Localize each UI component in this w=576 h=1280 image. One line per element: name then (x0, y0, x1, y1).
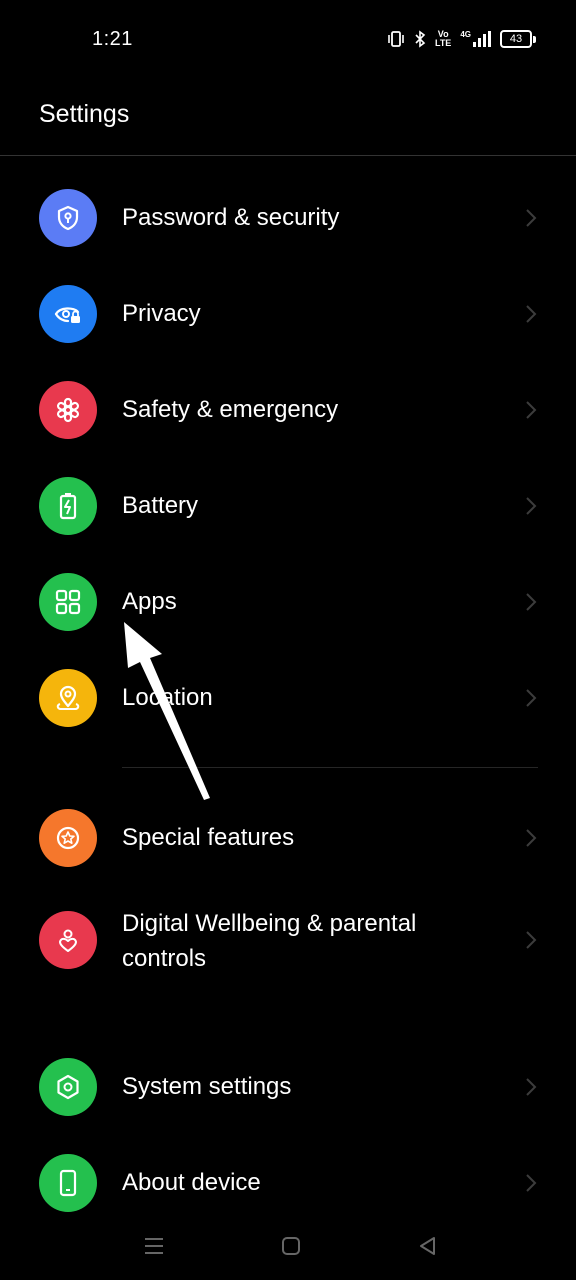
group-divider (122, 767, 538, 768)
vibrate-icon (388, 31, 404, 47)
heart-person-icon (39, 911, 97, 969)
settings-item-battery[interactable]: Battery (0, 458, 576, 554)
chevron-right-icon (526, 1078, 537, 1096)
item-label: Safety & emergency (122, 396, 339, 423)
eye-lock-icon (39, 285, 97, 343)
item-label: Digital Wellbeing & parental controls (122, 906, 502, 976)
header-divider (0, 155, 576, 156)
settings-item-password-security[interactable]: Password & security (0, 170, 576, 266)
chevron-right-icon (526, 401, 537, 419)
location-pin-icon (39, 669, 97, 727)
chevron-right-icon (526, 689, 537, 707)
navigation-bar (0, 1210, 576, 1280)
shield-lock-icon (39, 189, 97, 247)
settings-item-system-settings[interactable]: System settings (0, 1039, 576, 1135)
settings-item-apps[interactable]: Apps (0, 554, 576, 650)
status-time: 1:21 (92, 28, 133, 50)
status-icons: Vo LTE 4G 43 (387, 28, 536, 50)
item-label: Special features (122, 824, 295, 851)
item-label: Privacy (122, 300, 201, 327)
item-label-line2: controls (122, 945, 207, 972)
battery-level: 43 (500, 30, 532, 48)
status-bar: 1:21 Vo LTE 4G 43 (0, 0, 576, 78)
signal-icon (473, 31, 491, 47)
chevron-right-icon (526, 305, 537, 323)
battery-indicator: 43 (500, 30, 536, 48)
chevron-right-icon (526, 931, 537, 949)
chevron-right-icon (526, 497, 537, 515)
phone-device-icon (39, 1154, 97, 1212)
chevron-right-icon (526, 209, 537, 227)
item-label: Battery (122, 492, 199, 519)
item-label: Location (122, 684, 213, 711)
bluetooth-icon (415, 30, 426, 48)
settings-item-digital-wellbeing[interactable]: Digital Wellbeing & parental controls (0, 895, 576, 991)
settings-item-special-features[interactable]: Special features (0, 790, 576, 886)
signal-indicator: 4G (460, 30, 491, 47)
item-label: System settings (122, 1073, 292, 1100)
chevron-right-icon (526, 593, 537, 611)
hexagon-gear-icon (39, 1058, 97, 1116)
volte-indicator: Vo LTE (434, 29, 452, 48)
back-icon[interactable] (406, 1224, 450, 1268)
item-label: About device (122, 1169, 261, 1196)
page-title: Settings (39, 100, 130, 128)
battery-icon (39, 477, 97, 535)
settings-item-location[interactable]: Location (0, 650, 576, 746)
chevron-right-icon (526, 829, 537, 847)
menu-icon[interactable] (132, 1224, 176, 1268)
settings-item-privacy[interactable]: Privacy (0, 266, 576, 362)
item-label: Password & security (122, 204, 340, 231)
network-type: 4G (460, 30, 471, 39)
settings-item-safety-emergency[interactable]: Safety & emergency (0, 362, 576, 458)
apps-grid-icon (39, 573, 97, 631)
item-label: Apps (122, 588, 177, 615)
item-label-line1: Digital Wellbeing & parental (122, 910, 417, 937)
asterisk-icon (39, 381, 97, 439)
chevron-right-icon (526, 1174, 537, 1192)
star-badge-icon (39, 809, 97, 867)
home-icon[interactable] (269, 1224, 313, 1268)
